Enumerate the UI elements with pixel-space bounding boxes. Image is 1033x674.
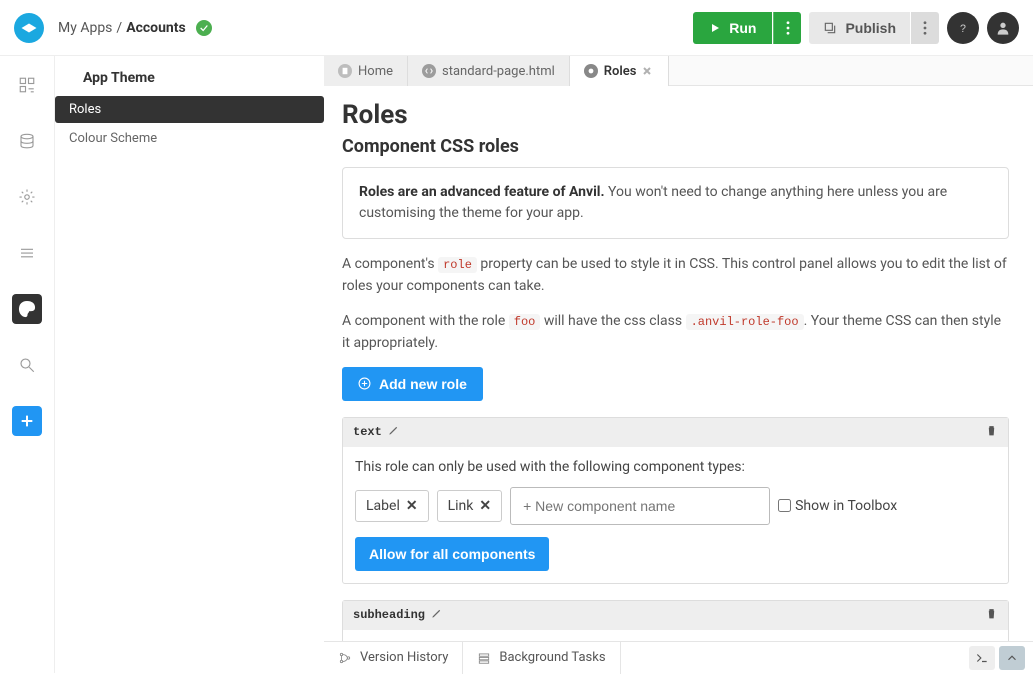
breadcrumb: My Apps / Accounts [58, 20, 212, 36]
edit-icon[interactable] [431, 607, 442, 623]
rail-forms-icon[interactable] [12, 70, 42, 100]
breadcrumb-current[interactable]: Accounts [126, 20, 186, 36]
tab-home[interactable]: Home [324, 56, 408, 86]
show-toolbox-label: Show in Toolbox [795, 498, 897, 514]
tab-standard-page[interactable]: standard-page.html [408, 56, 570, 86]
publish-menu-button[interactable] [911, 12, 939, 44]
version-history-button[interactable]: Version History [324, 642, 463, 674]
breadcrumb-root[interactable]: My Apps [58, 20, 112, 36]
breadcrumb-sep: / [116, 20, 122, 36]
show-toolbox-checkbox[interactable]: Show in Toolbox [778, 498, 897, 514]
tag-remove-icon[interactable]: ✕ [406, 498, 418, 514]
run-label: Run [729, 20, 756, 36]
document-icon [338, 64, 352, 78]
logo[interactable] [14, 13, 44, 43]
role-icon [584, 64, 598, 78]
version-history-label: Version History [360, 650, 448, 665]
role-card-subheading: subheading This role can only be used wi… [342, 600, 1009, 641]
tag-label: Label ✕ [355, 490, 429, 522]
role-name: text [353, 425, 382, 439]
rail-database-icon[interactable] [12, 126, 42, 156]
rail-settings-icon[interactable] [12, 182, 42, 212]
sidebar-item-label: Roles [69, 102, 101, 117]
help-button[interactable]: ? [947, 12, 979, 44]
para-1: A component's role property can be used … [342, 253, 1009, 298]
role-name: subheading [353, 608, 425, 622]
tab-label: standard-page.html [442, 64, 555, 79]
code-anvil-role: .anvil-role-foo [686, 314, 804, 330]
delete-icon[interactable] [985, 424, 998, 441]
role-card-text: text This role can only be used with the… [342, 417, 1009, 584]
code-icon [422, 64, 436, 78]
publish-button[interactable]: Publish [809, 12, 910, 44]
svg-text:?: ? [960, 23, 966, 35]
account-button[interactable] [987, 12, 1019, 44]
console-icon[interactable] [969, 646, 995, 670]
run-menu-button[interactable] [773, 12, 801, 44]
allow-all-button[interactable]: Allow for all components [355, 537, 549, 571]
sidebar-item-roles[interactable]: Roles [55, 96, 324, 123]
close-icon[interactable] [642, 65, 654, 77]
sidebar-item-colour-scheme[interactable]: Colour Scheme [55, 125, 324, 152]
rail-list-icon[interactable] [12, 238, 42, 268]
rail-search-icon[interactable] [12, 350, 42, 380]
para-2: A component with the role foo will have … [342, 310, 1009, 355]
tag-remove-icon[interactable]: ✕ [479, 498, 491, 514]
tab-label: Home [358, 64, 393, 79]
page-title: Roles [342, 100, 1009, 130]
rail-theme-icon[interactable] [12, 294, 42, 324]
sidebar-item-label: Colour Scheme [69, 131, 157, 146]
new-component-input[interactable] [510, 487, 770, 525]
code-role: role [438, 257, 477, 273]
tag-link: Link ✕ [437, 490, 503, 522]
info-bold: Roles are an advanced feature of Anvil. [359, 184, 605, 200]
delete-icon[interactable] [985, 607, 998, 624]
tab-label: Roles [604, 64, 637, 79]
edit-icon[interactable] [388, 424, 399, 440]
collapse-panel-icon[interactable] [999, 646, 1025, 670]
rail-add-button[interactable] [12, 406, 42, 436]
sync-ok-icon [196, 20, 212, 36]
add-role-label: Add new role [379, 376, 467, 392]
run-button[interactable]: Run [693, 12, 772, 44]
tab-roles[interactable]: Roles [570, 56, 670, 86]
sidebar-title: App Theme [55, 56, 324, 96]
background-tasks-button[interactable]: Background Tasks [463, 642, 620, 674]
add-role-button[interactable]: Add new role [342, 367, 483, 401]
page-subtitle: Component CSS roles [342, 136, 1009, 157]
code-foo: foo [509, 314, 541, 330]
info-box: Roles are an advanced feature of Anvil. … [342, 167, 1009, 239]
publish-label: Publish [845, 20, 896, 36]
role-desc: This role can only be used with the foll… [355, 459, 996, 475]
background-tasks-label: Background Tasks [499, 650, 605, 665]
